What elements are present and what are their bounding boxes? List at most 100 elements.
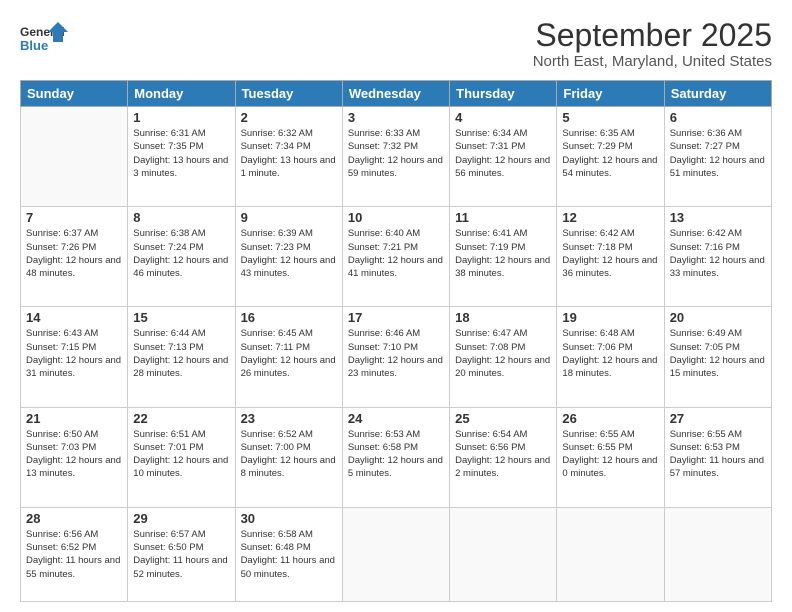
day-number: 30 [241, 511, 337, 526]
day-info: Sunrise: 6:41 AMSunset: 7:19 PMDaylight:… [455, 227, 551, 280]
day-number: 14 [26, 310, 122, 325]
day-number: 18 [455, 310, 551, 325]
header-friday: Friday [557, 81, 664, 107]
day-number: 8 [133, 210, 229, 225]
day-number: 27 [670, 411, 766, 426]
header-tuesday: Tuesday [235, 81, 342, 107]
table-row: 24Sunrise: 6:53 AMSunset: 6:58 PMDayligh… [342, 407, 449, 507]
header-monday: Monday [128, 81, 235, 107]
day-info: Sunrise: 6:51 AMSunset: 7:01 PMDaylight:… [133, 428, 229, 481]
svg-text:Blue: Blue [20, 38, 48, 53]
table-row: 13 Sunrise: 6:42 AMSunset: 7:16 PMDayligh… [664, 207, 771, 307]
table-row: 26 Sunrise: 6:55 AMSunset: 6:55 PMDayligh… [557, 407, 664, 507]
day-info: Sunrise: 6:36 AMSunset: 7:27 PMDaylight:… [670, 127, 766, 180]
table-row: 27 Sunrise: 6:55 AMSunset: 6:53 PMDayligh… [664, 407, 771, 507]
table-row: 6 Sunrise: 6:36 AMSunset: 7:27 PMDaylight… [664, 107, 771, 207]
day-info: Sunrise: 6:43 AMSunset: 7:15 PMDaylight:… [26, 327, 122, 380]
day-info: Sunrise: 6:31 AMSunset: 7:35 PMDaylight:… [133, 127, 229, 180]
table-row: 15 Sunrise: 6:44 AMSunset: 7:13 PMDayligh… [128, 307, 235, 407]
day-number: 24 [348, 411, 444, 426]
table-row: 21 Sunrise: 6:50 AMSunset: 7:03 PMDayligh… [21, 407, 128, 507]
day-number: 17 [348, 310, 444, 325]
day-info: Sunrise: 6:34 AMSunset: 7:31 PMDaylight:… [455, 127, 551, 180]
title-block: September 2025 North East, Maryland, Uni… [533, 18, 772, 70]
header-saturday: Saturday [664, 81, 771, 107]
table-row: 23 Sunrise: 6:52 AMSunset: 7:00 PMDayligh… [235, 407, 342, 507]
table-row [557, 507, 664, 601]
main-title: September 2025 [533, 18, 772, 53]
table-row: 28 Sunrise: 6:56 AMSunset: 6:52 PMDayligh… [21, 507, 128, 601]
table-row: 14 Sunrise: 6:43 AMSunset: 7:15 PMDayligh… [21, 307, 128, 407]
day-info: Sunrise: 6:57 AMSunset: 6:50 PMDaylight:… [133, 528, 229, 581]
day-info: Sunrise: 6:52 AMSunset: 7:00 PMDaylight:… [241, 428, 337, 481]
day-number: 9 [241, 210, 337, 225]
table-row: 18 Sunrise: 6:47 AMSunset: 7:08 PMDayligh… [450, 307, 557, 407]
table-row [664, 507, 771, 601]
table-row: 10 Sunrise: 6:40 AMSunset: 7:21 PMDayligh… [342, 207, 449, 307]
table-row [450, 507, 557, 601]
day-number: 12 [562, 210, 658, 225]
table-row: 2Sunrise: 6:32 AMSunset: 7:34 PMDaylight… [235, 107, 342, 207]
day-number: 4 [455, 110, 551, 125]
table-row: 5 Sunrise: 6:35 AMSunset: 7:29 PMDaylight… [557, 107, 664, 207]
day-number: 5 [562, 110, 658, 125]
header-wednesday: Wednesday [342, 81, 449, 107]
table-row: 30 Sunrise: 6:58 AMSunset: 6:48 PMDayligh… [235, 507, 342, 601]
day-info: Sunrise: 6:47 AMSunset: 7:08 PMDaylight:… [455, 327, 551, 380]
table-row: 9Sunrise: 6:39 AMSunset: 7:23 PMDaylight… [235, 207, 342, 307]
calendar-header-row: Sunday Monday Tuesday Wednesday Thursday… [21, 81, 772, 107]
day-number: 15 [133, 310, 229, 325]
day-info: Sunrise: 6:33 AMSunset: 7:32 PMDaylight:… [348, 127, 444, 180]
day-info: Sunrise: 6:38 AMSunset: 7:24 PMDaylight:… [133, 227, 229, 280]
day-info: Sunrise: 6:50 AMSunset: 7:03 PMDaylight:… [26, 428, 122, 481]
day-info: Sunrise: 6:46 AMSunset: 7:10 PMDaylight:… [348, 327, 444, 380]
day-number: 10 [348, 210, 444, 225]
day-number: 2 [241, 110, 337, 125]
day-number: 28 [26, 511, 122, 526]
day-number: 26 [562, 411, 658, 426]
day-info: Sunrise: 6:44 AMSunset: 7:13 PMDaylight:… [133, 327, 229, 380]
day-info: Sunrise: 6:56 AMSunset: 6:52 PMDaylight:… [26, 528, 122, 581]
header-thursday: Thursday [450, 81, 557, 107]
day-info: Sunrise: 6:42 AMSunset: 7:16 PMDaylight:… [670, 227, 766, 280]
logo: General Blue [20, 18, 68, 56]
table-row: 12 Sunrise: 6:42 AMSunset: 7:18 PMDayligh… [557, 207, 664, 307]
day-number: 19 [562, 310, 658, 325]
day-number: 11 [455, 210, 551, 225]
header: General Blue September 2025 North East, … [20, 18, 772, 70]
page: General Blue September 2025 North East, … [0, 0, 792, 612]
day-info: Sunrise: 6:35 AMSunset: 7:29 PMDaylight:… [562, 127, 658, 180]
table-row: 25Sunrise: 6:54 AMSunset: 6:56 PMDayligh… [450, 407, 557, 507]
table-row: 11 Sunrise: 6:41 AMSunset: 7:19 PMDayligh… [450, 207, 557, 307]
day-info: Sunrise: 6:58 AMSunset: 6:48 PMDaylight:… [241, 528, 337, 581]
day-number: 23 [241, 411, 337, 426]
table-row: 4 Sunrise: 6:34 AMSunset: 7:31 PMDaylight… [450, 107, 557, 207]
day-info: Sunrise: 6:42 AMSunset: 7:18 PMDaylight:… [562, 227, 658, 280]
table-row [342, 507, 449, 601]
day-number: 6 [670, 110, 766, 125]
day-info: Sunrise: 6:54 AMSunset: 6:56 PMDaylight:… [455, 428, 551, 481]
header-sunday: Sunday [21, 81, 128, 107]
day-number: 20 [670, 310, 766, 325]
day-info: Sunrise: 6:48 AMSunset: 7:06 PMDaylight:… [562, 327, 658, 380]
day-number: 16 [241, 310, 337, 325]
table-row: 16 Sunrise: 6:45 AMSunset: 7:11 PMDayligh… [235, 307, 342, 407]
day-number: 7 [26, 210, 122, 225]
day-info: Sunrise: 6:37 AMSunset: 7:26 PMDaylight:… [26, 227, 122, 280]
day-number: 13 [670, 210, 766, 225]
table-row: 22 Sunrise: 6:51 AMSunset: 7:01 PMDayligh… [128, 407, 235, 507]
day-info: Sunrise: 6:49 AMSunset: 7:05 PMDaylight:… [670, 327, 766, 380]
table-row [21, 107, 128, 207]
day-info: Sunrise: 6:40 AMSunset: 7:21 PMDaylight:… [348, 227, 444, 280]
table-row: 20 Sunrise: 6:49 AMSunset: 7:05 PMDayligh… [664, 307, 771, 407]
day-number: 22 [133, 411, 229, 426]
day-number: 3 [348, 110, 444, 125]
day-info: Sunrise: 6:55 AMSunset: 6:53 PMDaylight:… [670, 428, 766, 481]
day-number: 21 [26, 411, 122, 426]
day-number: 29 [133, 511, 229, 526]
day-info: Sunrise: 6:45 AMSunset: 7:11 PMDaylight:… [241, 327, 337, 380]
day-info: Sunrise: 6:55 AMSunset: 6:55 PMDaylight:… [562, 428, 658, 481]
table-row: 1Sunrise: 6:31 AMSunset: 7:35 PMDaylight… [128, 107, 235, 207]
calendar-table: Sunday Monday Tuesday Wednesday Thursday… [20, 80, 772, 602]
subtitle: North East, Maryland, United States [533, 53, 772, 70]
